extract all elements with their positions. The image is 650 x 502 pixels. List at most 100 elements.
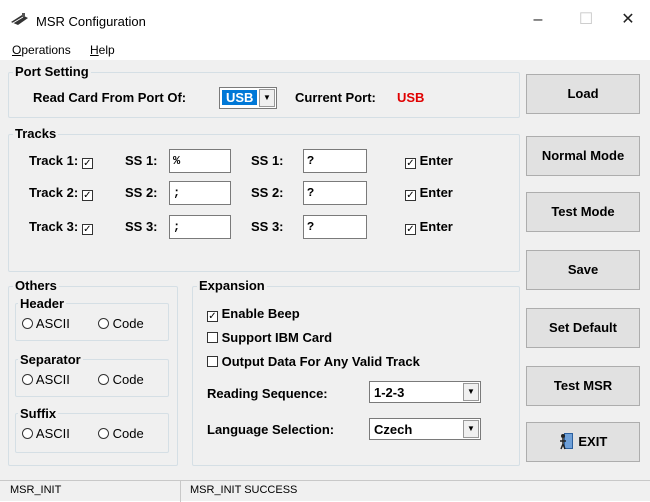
header-code-radio[interactable] (98, 318, 109, 329)
exit-label: EXIT (578, 434, 608, 449)
track-1-label: Track 1: ✓ (29, 153, 93, 169)
current-port-value: USB (397, 90, 425, 105)
card-reader-icon (11, 13, 28, 25)
suffix-ascii-radio[interactable] (22, 428, 33, 439)
expansion-legend: Expansion (197, 278, 267, 293)
enter-3-label: Enter (419, 219, 453, 234)
normal-mode-button[interactable]: Normal Mode (526, 136, 640, 176)
suffix-code-option[interactable]: Code (98, 426, 144, 441)
separator-ascii-option[interactable]: ASCII (22, 372, 70, 387)
test-mode-button[interactable]: Test Mode (526, 192, 640, 232)
minimize-button[interactable]: – (518, 8, 558, 32)
track-1-checkbox[interactable]: ✓ (81, 158, 93, 169)
enable-beep-checkbox[interactable]: ✓ (207, 311, 218, 322)
tracks-group: Tracks Track 1: ✓ SS 1: % SS 1: ? ✓ Ente… (8, 126, 520, 272)
language-value: Czech (374, 422, 413, 437)
output-any-label: Output Data For Any Valid Track (221, 354, 420, 369)
enter-2-label: Enter (419, 185, 453, 200)
exit-door-icon (559, 433, 573, 450)
suffix-group: Suffix ASCII Code (15, 406, 169, 453)
ss-b-3-input[interactable]: ? (303, 215, 367, 239)
support-ibm-checkbox[interactable] (207, 332, 218, 343)
port-setting-legend: Port Setting (13, 64, 91, 79)
header-code-option[interactable]: Code (98, 316, 144, 331)
ss-a-3-input[interactable]: ; (169, 215, 231, 239)
ss-a-3-label: SS 3: (125, 219, 158, 234)
header-group: Header ASCII Code (15, 296, 169, 341)
exit-button[interactable]: EXIT (526, 422, 640, 462)
suffix-code-radio[interactable] (98, 428, 109, 439)
separator-ascii-radio[interactable] (22, 374, 33, 385)
save-button[interactable]: Save (526, 250, 640, 290)
output-any-checkbox[interactable] (207, 356, 218, 367)
output-any-option[interactable]: Output Data For Any Valid Track (207, 354, 420, 369)
enable-beep-label: Enable Beep (221, 306, 300, 321)
chevron-down-icon[interactable]: ▼ (463, 420, 479, 438)
port-select-value: USB (222, 90, 258, 105)
enter-2-checkbox[interactable]: ✓ (405, 190, 416, 201)
port-select[interactable]: USB ▼ (219, 87, 277, 109)
separator-code-option[interactable]: Code (98, 372, 144, 387)
support-ibm-label: Support IBM Card (221, 330, 333, 345)
status-bar: MSR_INIT MSR_INIT SUCCESS (0, 480, 650, 502)
set-default-button[interactable]: Set Default (526, 308, 640, 348)
separator-legend: Separator (18, 352, 83, 367)
track-3-checkbox[interactable]: ✓ (81, 224, 93, 235)
status-divider (180, 481, 181, 502)
menu-help-label: elp (98, 43, 115, 57)
suffix-ascii-option[interactable]: ASCII (22, 426, 70, 441)
enable-beep-option[interactable]: ✓ Enable Beep (207, 306, 300, 322)
ss-b-3-label: SS 3: (251, 219, 284, 234)
enter-1-option[interactable]: ✓ Enter (405, 153, 453, 169)
chevron-down-icon[interactable]: ▼ (463, 383, 479, 401)
separator-group: Separator ASCII Code (15, 352, 169, 397)
window-title: MSR Configuration (36, 14, 146, 29)
language-selection-label: Language Selection: (207, 422, 335, 437)
ss-b-1-input[interactable]: ? (303, 149, 367, 173)
reading-sequence-select[interactable]: 1-2-3 ▼ (369, 381, 481, 403)
header-ascii-option[interactable]: ASCII (22, 316, 70, 331)
track-2-checkbox[interactable]: ✓ (81, 190, 93, 201)
ss-a-2-input[interactable]: ; (169, 181, 231, 205)
menu-help[interactable]: Help (90, 43, 115, 57)
others-group: Others Header ASCII Code Separator ASCII… (8, 278, 178, 466)
title-bar: MSR Configuration – ☐ ✕ (0, 0, 650, 40)
track-2-text: Track 2: (29, 185, 79, 200)
ss-a-1-input[interactable]: % (169, 149, 231, 173)
maximize-button: ☐ (578, 11, 594, 28)
ss-a-1-label: SS 1: (125, 153, 158, 168)
track-3-label: Track 3: ✓ (29, 219, 93, 235)
client-area: Port Setting Read Card From Port Of: USB… (0, 60, 650, 480)
others-legend: Others (13, 278, 59, 293)
header-legend: Header (18, 296, 67, 311)
status-left: MSR_INIT (10, 484, 62, 496)
track-3-text: Track 3: (29, 219, 79, 234)
port-setting-group: Port Setting Read Card From Port Of: USB… (8, 64, 520, 118)
separator-code-radio[interactable] (98, 374, 109, 385)
suffix-ascii-label: ASCII (35, 426, 70, 441)
enter-2-option[interactable]: ✓ Enter (405, 185, 453, 201)
ss-a-2-label: SS 2: (125, 185, 158, 200)
reading-sequence-value: 1-2-3 (374, 385, 405, 400)
test-msr-button[interactable]: Test MSR (526, 366, 640, 406)
header-code-label: Code (112, 316, 144, 331)
tracks-legend: Tracks (13, 126, 59, 141)
menu-bar: Operations Help (0, 40, 650, 60)
support-ibm-option[interactable]: Support IBM Card (207, 330, 332, 345)
ss-b-2-input[interactable]: ? (303, 181, 367, 205)
enter-1-checkbox[interactable]: ✓ (405, 158, 416, 169)
load-button[interactable]: Load (526, 74, 640, 114)
menu-operations-label: perations (21, 43, 71, 57)
menu-operations-mnemonic: O (12, 43, 22, 57)
separator-ascii-label: ASCII (35, 372, 70, 387)
language-select[interactable]: Czech ▼ (369, 418, 481, 440)
enter-3-option[interactable]: ✓ Enter (405, 219, 453, 235)
enter-3-checkbox[interactable]: ✓ (405, 224, 416, 235)
suffix-legend: Suffix (18, 406, 59, 421)
track-1-text: Track 1: (29, 153, 79, 168)
header-ascii-radio[interactable] (22, 318, 33, 329)
menu-operations[interactable]: Operations (12, 43, 71, 57)
chevron-down-icon[interactable]: ▼ (259, 89, 275, 107)
close-button[interactable]: ✕ (608, 8, 648, 32)
status-right: MSR_INIT SUCCESS (190, 484, 298, 496)
